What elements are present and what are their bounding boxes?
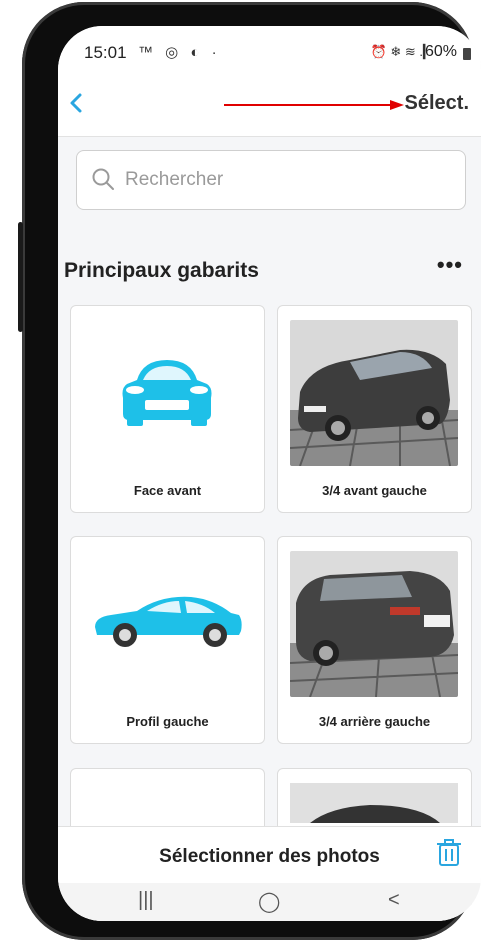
recent-apps-button[interactable]: ||| [138, 889, 154, 912]
top-nav-bar: Sélect. [58, 72, 481, 137]
car-photo-partial [290, 783, 458, 823]
search-input[interactable]: Rechercher [76, 150, 466, 210]
car-photo-rear-three-quarter [290, 551, 458, 697]
search-icon [92, 168, 114, 190]
system-status-icons: ⏰ ❄ ≋ .▎ [370, 44, 433, 59]
battery-level: 60% [424, 43, 457, 60]
volume-button [18, 222, 23, 332]
annotation-arrow [224, 100, 404, 110]
app-screen: 15:01 ™ ◎ ◐ · ⏰ ❄ ≋ .▎ 60% Sélect. Reche… [58, 26, 481, 921]
template-card-profil-gauche[interactable]: Profil gauche [70, 536, 265, 744]
status-bar: 15:01 ™ ◎ ◐ · ⏰ ❄ ≋ .▎ 60% [58, 26, 481, 72]
template-card-3-4-avant-gauche[interactable]: 3/4 avant gauche [277, 305, 472, 513]
template-label: 3/4 avant gauche [322, 483, 427, 498]
bottom-action-bar: Sélectionner des photos [58, 826, 481, 884]
section-title: Principaux gabarits [64, 259, 259, 282]
car-side-illustration [95, 596, 242, 647]
notification-icons: ™ ◎ ◐ · [138, 44, 221, 61]
template-label: Face avant [133, 483, 202, 498]
trash-icon[interactable] [437, 839, 461, 867]
template-card-face-avant[interactable]: Face avant [70, 305, 265, 513]
system-back-button[interactable]: < [388, 889, 400, 912]
car-front-illustration [122, 360, 212, 426]
phone-frame: 15:01 ™ ◎ ◐ · ⏰ ❄ ≋ .▎ 60% Sélect. Reche… [18, 2, 481, 940]
status-time: 15:01 [84, 43, 127, 62]
template-label: 3/4 arrière gauche [318, 714, 431, 729]
search-placeholder: Rechercher [125, 169, 224, 190]
system-nav-bar: ||| ◯ < [58, 883, 481, 921]
chevron-left-icon[interactable] [66, 90, 88, 116]
more-options-icon[interactable]: ••• [437, 252, 463, 278]
car-photo-front-three-quarter [290, 320, 458, 466]
template-label: Profil gauche [126, 714, 209, 729]
home-button[interactable]: ◯ [258, 889, 280, 914]
battery-icon [463, 48, 471, 60]
template-card-3-4-arriere-gauche[interactable]: 3/4 arrière gauche [277, 536, 472, 744]
select-photos-button[interactable]: Sélectionner des photos [58, 846, 481, 868]
select-button[interactable]: Sélect. [405, 92, 469, 115]
